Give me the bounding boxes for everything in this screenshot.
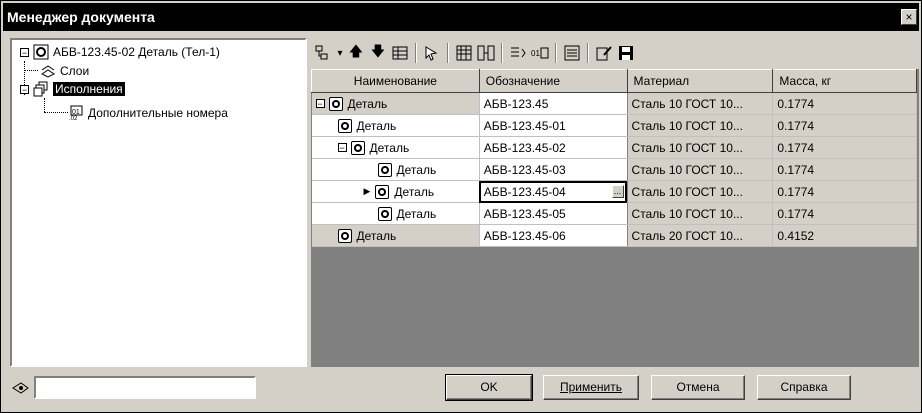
toolbar-separator	[501, 43, 503, 63]
parts-table: Наименование Обозначение Материал Масса,…	[311, 69, 919, 367]
tree-item-variants[interactable]: − Исполнения	[20, 80, 125, 98]
material-cell[interactable]: Сталь 10 ГОСТ 10...	[627, 158, 774, 181]
apply-button[interactable]: Применить	[543, 375, 639, 400]
move-up-icon[interactable]: 🡅	[345, 42, 367, 64]
mass-cell[interactable]: 0.1774	[772, 92, 917, 115]
table-row[interactable]: ▶ Деталь АБВ-123.45-04 ... Сталь 10 ГОСТ…	[311, 180, 917, 203]
designation-cell[interactable]: АБВ-123.45-03	[479, 158, 628, 181]
part-name: Деталь	[396, 206, 437, 221]
tree-root[interactable]: − АБВ-123.45-02 Деталь (Тел-1)	[20, 43, 220, 61]
toolbar-separator	[415, 43, 417, 63]
table-row[interactable]: Деталь АБВ-123.45-05 Сталь 10 ГОСТ 10...…	[311, 202, 917, 225]
dropdown-arrow-icon[interactable]: ▾	[335, 42, 345, 64]
variants-icon	[33, 81, 49, 97]
layers-icon	[40, 64, 56, 78]
column-header-mass[interactable]: Масса, кг	[772, 69, 917, 93]
toolbar: ▾ 🡅 🡇 01	[313, 39, 919, 67]
current-row-indicator-icon: ▶	[363, 186, 371, 196]
number-icon[interactable]	[507, 42, 529, 64]
part-icon	[375, 184, 390, 199]
mass-cell[interactable]: 0.4152	[772, 224, 917, 247]
title-bar: Менеджер документа ×	[3, 3, 919, 31]
help-button[interactable]: Справка	[757, 375, 851, 400]
collapse-icon[interactable]: −	[315, 99, 325, 109]
tree-root-label: АБВ-123.45-02 Деталь (Тел-1)	[53, 45, 220, 59]
mass-cell[interactable]: 0.1774	[772, 180, 917, 203]
collapse-icon[interactable]: −	[337, 143, 347, 153]
part-icon	[337, 118, 352, 133]
save-icon[interactable]	[615, 42, 637, 64]
designation-cell[interactable]: АБВ-123.45-05	[479, 202, 628, 225]
table-row[interactable]: − Деталь АБВ-123.45 Сталь 10 ГОСТ 10... …	[311, 92, 917, 115]
list-icon[interactable]	[561, 42, 583, 64]
material-cell[interactable]: Сталь 10 ГОСТ 10...	[627, 202, 774, 225]
collapse-icon[interactable]: −	[20, 47, 29, 57]
part-name: Деталь	[396, 162, 437, 177]
collapse-icon[interactable]: −	[20, 84, 29, 94]
table-icon[interactable]	[453, 42, 475, 64]
material-cell[interactable]: Сталь 10 ГОСТ 10...	[627, 92, 774, 115]
auto-number-icon[interactable]: 01	[529, 42, 551, 64]
part-name: Деталь	[369, 140, 410, 155]
toolbar-separator	[555, 43, 557, 63]
material-cell[interactable]: Сталь 20 ГОСТ 10...	[627, 224, 774, 247]
find-icon	[11, 379, 31, 400]
part-icon	[337, 228, 352, 243]
designation-cell-editing[interactable]: АБВ-123.45-04 ...	[479, 180, 628, 203]
part-name: Деталь	[394, 184, 435, 199]
mass-cell[interactable]: 0.1774	[772, 202, 917, 225]
part-name: Деталь	[347, 96, 388, 111]
part-icon	[377, 206, 392, 221]
material-cell[interactable]: Сталь 10 ГОСТ 10...	[627, 180, 774, 203]
tree-item-extra-numbers-label: Дополнительные номера	[88, 106, 228, 120]
designation-value: АБВ-123.45-04	[483, 184, 566, 199]
move-down-icon[interactable]: 🡇	[367, 42, 389, 64]
part-icon	[350, 140, 365, 155]
close-button[interactable]: ×	[901, 9, 917, 25]
material-cell[interactable]: Сталь 10 ГОСТ 10...	[627, 136, 774, 159]
document-manager-window: Менеджер документа × − АБВ-123.45-02 Дет…	[0, 0, 922, 413]
toolbar-separator	[587, 43, 589, 63]
part-name: Деталь	[356, 228, 397, 243]
svg-text:01: 01	[531, 49, 540, 58]
part-icon	[377, 162, 392, 177]
cancel-button[interactable]: Отмена	[651, 375, 745, 400]
column-header-name[interactable]: Наименование	[311, 69, 480, 93]
svg-text:01: 01	[72, 109, 80, 116]
mass-cell[interactable]: 0.1774	[772, 158, 917, 181]
svg-text:.02: .02	[69, 116, 78, 121]
part-icon	[33, 44, 49, 60]
tree-item-variants-label: Исполнения	[53, 82, 125, 96]
edit-icon[interactable]	[593, 42, 615, 64]
structure-icon[interactable]	[389, 42, 411, 64]
tree-item-extra-numbers[interactable]: 01.02 Дополнительные номера	[68, 104, 228, 122]
tree-menu-icon[interactable]	[313, 42, 335, 64]
search-input[interactable]	[34, 376, 256, 399]
mass-cell[interactable]: 0.1774	[772, 114, 917, 137]
designation-cell[interactable]: АБВ-123.45-06	[479, 224, 628, 247]
tree-item-layers[interactable]: Слои	[40, 62, 89, 80]
designation-cell[interactable]: АБВ-123.45-01	[479, 114, 628, 137]
column-header-material[interactable]: Материал	[626, 69, 774, 93]
column-header-designation[interactable]: Обозначение	[478, 69, 628, 93]
tree-panel: − АБВ-123.45-02 Деталь (Тел-1) Слои − Ис…	[10, 38, 307, 367]
material-cell[interactable]: Сталь 10 ГОСТ 10...	[627, 114, 774, 137]
table-row[interactable]: Деталь АБВ-123.45-06 Сталь 20 ГОСТ 10...…	[311, 224, 917, 247]
table-row[interactable]: Деталь АБВ-123.45-03 Сталь 10 ГОСТ 10...…	[311, 158, 917, 181]
designation-cell[interactable]: АБВ-123.45-02	[479, 136, 628, 159]
window-title: Менеджер документа	[7, 9, 155, 25]
designation-cell[interactable]: АБВ-123.45	[479, 92, 628, 115]
ellipsis-button[interactable]: ...	[611, 185, 624, 198]
tree-item-layers-label: Слои	[60, 64, 90, 78]
mass-cell[interactable]: 0.1774	[772, 136, 917, 159]
split-icon[interactable]	[475, 42, 497, 64]
ok-button[interactable]: OK	[445, 374, 533, 401]
table-row[interactable]: − Деталь АБВ-123.45-02 Сталь 10 ГОСТ 10.…	[311, 136, 917, 159]
pointer-icon[interactable]	[421, 42, 443, 64]
part-icon	[328, 96, 343, 111]
toolbar-separator	[447, 43, 449, 63]
part-name: Деталь	[356, 118, 397, 133]
table-row[interactable]: Деталь АБВ-123.45-01 Сталь 10 ГОСТ 10...…	[311, 114, 917, 137]
numbers-icon: 01.02	[68, 105, 84, 121]
